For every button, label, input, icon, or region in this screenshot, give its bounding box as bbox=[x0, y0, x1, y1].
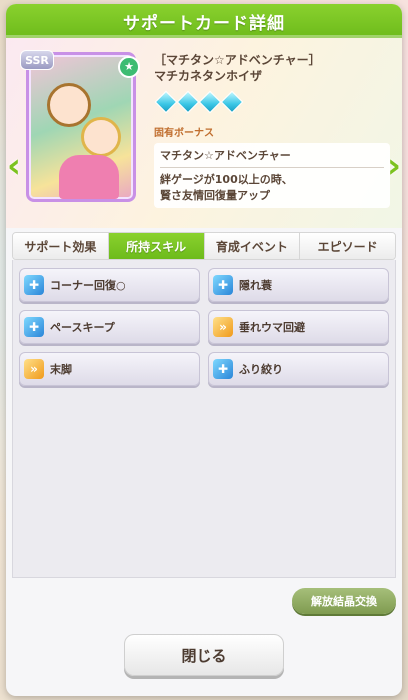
tab-support-effect[interactable]: サポート効果 bbox=[13, 233, 109, 259]
skill-item[interactable]: ✚ 隠れ蓑 bbox=[208, 268, 389, 302]
card-title: ［マチタン☆アドベンチャー］ bbox=[154, 53, 321, 67]
skill-item[interactable]: » 垂れウマ回避 bbox=[208, 310, 389, 344]
recovery-icon: ✚ bbox=[24, 275, 44, 295]
skill-item[interactable]: ✚ ペースキープ bbox=[19, 310, 200, 344]
skills-panel: ✚ コーナー回復○ ✚ 隠れ蓑 ✚ ペースキープ » 垂れウマ回避 » 末脚 ✚… bbox=[12, 260, 396, 578]
card-info: ［マチタン☆アドベンチャー］ マチカネタンホイザ 固有ボーナス マチタン☆アドベ… bbox=[154, 52, 390, 208]
unique-bonus-name: マチタン☆アドベンチャー bbox=[160, 147, 384, 168]
limit-break-diamond-icon bbox=[176, 90, 200, 114]
skill-label: コーナー回復○ bbox=[50, 279, 126, 292]
recovery-icon: ✚ bbox=[213, 275, 233, 295]
card-character-name: マチカネタンホイザ bbox=[154, 69, 263, 83]
speed-icon: » bbox=[24, 359, 44, 379]
tab-owned-skills[interactable]: 所持スキル bbox=[108, 233, 205, 259]
recovery-icon: ✚ bbox=[213, 359, 233, 379]
recovery-icon: ✚ bbox=[24, 317, 44, 337]
skill-label: 末脚 bbox=[50, 363, 72, 376]
unique-bonus-label: 固有ボーナス bbox=[154, 128, 214, 139]
skill-label: 隠れ蓑 bbox=[239, 279, 272, 292]
tab-episodes[interactable]: エピソード bbox=[300, 233, 395, 259]
skill-label: ふり絞り bbox=[239, 363, 283, 376]
support-card-detail-dialog: サポートカード詳細 ‹ › SSR ★ ［マチタン☆アドベンチャー］ マチカネタ… bbox=[6, 4, 402, 696]
card-hero: ‹ › SSR ★ ［マチタン☆アドベンチャー］ マチカネタンホイザ 固有ボーナ… bbox=[6, 38, 402, 228]
dialog-title: サポートカード詳細 bbox=[6, 4, 402, 38]
exchange-crystal-button[interactable]: 解放結晶交換 bbox=[292, 588, 396, 614]
limit-break-diamond-icon bbox=[220, 90, 244, 114]
speed-icon: » bbox=[213, 317, 233, 337]
skill-item[interactable]: » 末脚 bbox=[19, 352, 200, 386]
skill-label: 垂れウマ回避 bbox=[239, 321, 305, 334]
detail-tabs: サポート効果 所持スキル 育成イベント エピソード bbox=[12, 232, 396, 260]
unique-bonus-box: マチタン☆アドベンチャー 絆ゲージが100以上の時、 賢さ友情回復量アップ bbox=[154, 143, 390, 208]
rarity-badge: SSR bbox=[20, 50, 54, 70]
card-type-icon: ★ bbox=[118, 56, 140, 78]
card-image[interactable] bbox=[26, 52, 136, 202]
unique-bonus-desc-line2: 賢さ友情回復量アップ bbox=[160, 189, 270, 202]
limit-break-diamond-icon bbox=[154, 90, 178, 114]
skill-item[interactable]: ✚ コーナー回復○ bbox=[19, 268, 200, 302]
skill-label: ペースキープ bbox=[50, 321, 115, 334]
tab-training-events[interactable]: 育成イベント bbox=[204, 233, 301, 259]
previous-card-arrow-icon[interactable]: ‹ bbox=[6, 148, 24, 184]
unique-bonus-desc-line1: 絆ゲージが100以上の時、 bbox=[160, 173, 293, 186]
skill-item[interactable]: ✚ ふり絞り bbox=[208, 352, 389, 386]
limit-break-diamonds bbox=[154, 90, 390, 114]
unique-bonus-description: 絆ゲージが100以上の時、 賢さ友情回復量アップ bbox=[160, 172, 384, 204]
limit-break-diamond-icon bbox=[198, 90, 222, 114]
close-button[interactable]: 閉じる bbox=[124, 634, 284, 676]
